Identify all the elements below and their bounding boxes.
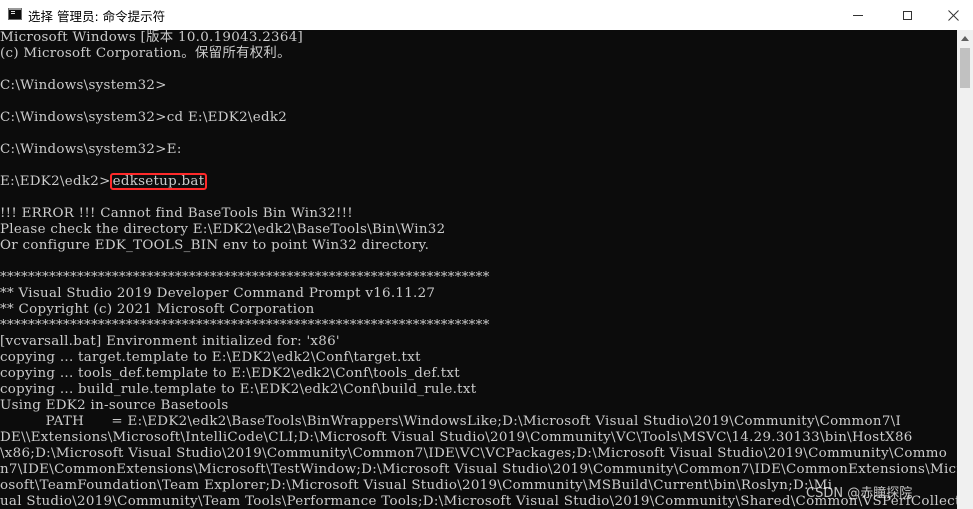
console-line-text: (c) Microsoft Corporation。保留所有权利。 (0, 46, 291, 61)
minimize-icon (853, 14, 863, 16)
maximize-button[interactable] (884, 0, 930, 30)
console-line-text: C:\Windows\system32>cd E:\EDK2\edk2 (0, 110, 288, 125)
console-line: copying ... target.template to E:\EDK2\e… (0, 350, 957, 366)
console-line-text: n7\IDE\CommonExtensions\Microsoft\TestWi… (0, 462, 957, 477)
console-line-text: [vcvarsall.bat] Environment initialized … (0, 334, 340, 349)
console-line: ** Visual Studio 2019 Developer Command … (0, 286, 957, 302)
scroll-up-arrow-icon[interactable] (957, 30, 973, 46)
title-bar[interactable]: 选择 管理员: 命令提示符 (0, 0, 973, 30)
console-line: C:\Windows\system32> (0, 78, 957, 94)
maximize-icon (902, 10, 912, 20)
console-line: copying ... build_rule.template to E:\ED… (0, 382, 957, 398)
window-title: 选择 管理员: 命令提示符 (28, 9, 166, 24)
console-line-text: ** Visual Studio 2019 Developer Command … (0, 286, 436, 301)
console-line: PATH = E:\EDK2\edk2\BaseTools\BinWrapper… (0, 414, 957, 430)
console-line-text: PATH = E:\EDK2\edk2\BaseTools\BinWrapper… (0, 414, 902, 429)
console-line-text: copying ... build_rule.template to E:\ED… (0, 382, 477, 397)
console-line: [vcvarsall.bat] Environment initialized … (0, 334, 957, 350)
console-line-text: ****************************************… (0, 318, 490, 333)
console-line: \x86;D:\Microsoft Visual Studio\2019\Com… (0, 446, 957, 462)
console-line: C:\Windows\system32>E: (0, 142, 957, 158)
console-line: n7\IDE\CommonExtensions\Microsoft\TestWi… (0, 462, 957, 478)
console-line-text: C:\Windows\system32> (0, 78, 167, 93)
console-line: Or configure EDK_TOOLS_BIN env to point … (0, 238, 957, 254)
console-line: DE\\Extensions\Microsoft\IntelliCode\CLI… (0, 430, 957, 446)
console-line-text: C:\Windows\system32>E: (0, 142, 182, 157)
console-line-text: Using EDK2 in-source Basetools (0, 398, 229, 413)
console-line: ****************************************… (0, 318, 957, 334)
console-line: !!! ERROR !!! Cannot find BaseTools Bin … (0, 206, 957, 222)
console-output[interactable]: Microsoft Windows [版本 10.0.19043.2364] (c… (0, 30, 957, 509)
console-line: ****************************************… (0, 270, 957, 286)
console-line-text: ** Copyright (c) 2021 Microsoft Corporat… (0, 302, 315, 317)
console-line: E:\EDK2\edk2> edksetup.bat (0, 173, 957, 190)
close-button[interactable] (930, 0, 973, 30)
console-line-text: copying ... tools_def.template to E:\EDK… (0, 366, 460, 381)
console-line-text: DE\\Extensions\Microsoft\IntelliCode\CLI… (0, 430, 913, 445)
console-line-text: \x86;D:\Microsoft Visual Studio\2019\Com… (0, 446, 948, 461)
console-line-text: copying ... target.template to E:\EDK2\e… (0, 350, 421, 365)
console-line-text: Or configure EDK_TOOLS_BIN env to point … (0, 238, 430, 253)
minimize-button[interactable] (835, 0, 881, 30)
console-line-text: Please check the directory E:\EDK2\edk2\… (0, 222, 446, 237)
console-text: Microsoft Windows [版本 10.0.19043.2364] (c… (0, 30, 957, 509)
console-line: C:\Windows\system32>cd E:\EDK2\edk2 (0, 110, 957, 126)
console-line-text: ****************************************… (0, 270, 490, 285)
console-line: Please check the directory E:\EDK2\edk2\… (0, 222, 957, 238)
vertical-scrollbar[interactable] (957, 30, 973, 509)
console-line-text: E:\EDK2\edk2> (0, 174, 111, 189)
highlighted-command: edksetup.bat (109, 173, 208, 190)
scroll-thumb[interactable] (960, 48, 970, 88)
console-line-text: !!! ERROR !!! Cannot find BaseTools Bin … (0, 206, 353, 221)
cmd-icon (8, 8, 22, 20)
console-line: copying ... tools_def.template to E:\EDK… (0, 366, 957, 382)
console-line-text: Microsoft Windows [版本 10.0.19043.2364] (0, 30, 304, 45)
console-line: Using EDK2 in-source Basetools (0, 398, 957, 414)
console-line-text: osoft\TeamFoundation\Team Explorer;D:\Mi… (0, 478, 833, 493)
console-line: (c) Microsoft Corporation。保留所有权利。 (0, 46, 957, 62)
watermark: CSDN @赤瞳探院 (806, 486, 913, 501)
console-line: Microsoft Windows [版本 10.0.19043.2364] (0, 30, 957, 46)
close-icon (947, 9, 959, 21)
console-line: ** Copyright (c) 2021 Microsoft Corporat… (0, 302, 957, 318)
